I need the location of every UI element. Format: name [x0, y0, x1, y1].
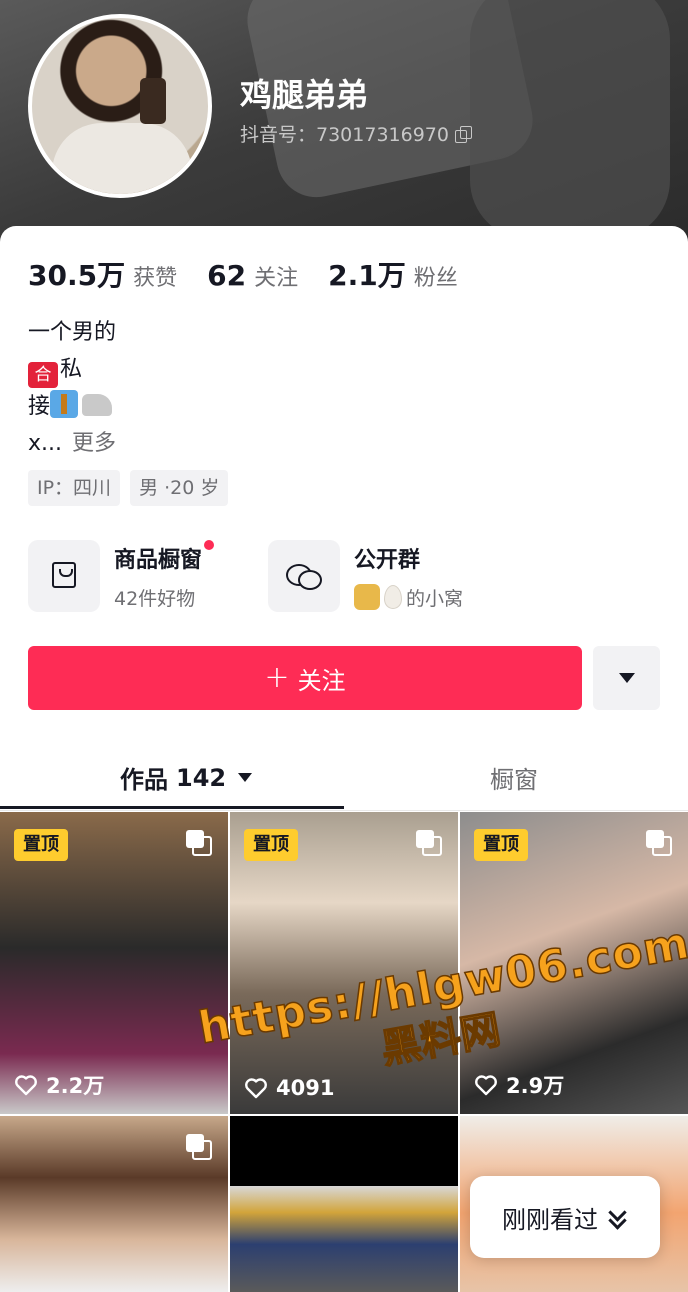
active-tab-indicator	[0, 806, 344, 809]
multi-image-icon	[416, 830, 442, 856]
more-options-button[interactable]	[593, 646, 660, 710]
public-group-subtitle: 的小窝	[354, 584, 463, 611]
video-likes-count: 2.2万	[46, 1074, 105, 1098]
shirt-tie-emoji-icon	[50, 390, 79, 418]
douyin-id[interactable]: 抖音号：73017316970	[240, 120, 472, 147]
dragon-emoji-icon	[354, 584, 380, 610]
public-group-title: 公开群	[354, 547, 421, 573]
bio-line-2-text: 私	[60, 357, 83, 382]
follow-button[interactable]: + 关注	[28, 646, 582, 710]
bio-line-2: 合私	[28, 351, 116, 388]
username: 鸡腿弟弟	[240, 76, 369, 114]
stat-followers-count: 2.1万	[328, 259, 406, 292]
video-tile[interactable]	[230, 1116, 458, 1292]
shop-window-title: 商品橱窗	[114, 539, 215, 574]
video-thumbnail	[230, 1186, 458, 1292]
heart-icon	[474, 1074, 498, 1096]
chat-bubbles-icon	[286, 562, 322, 590]
avatar[interactable]	[28, 14, 212, 198]
shop-window-title-text: 商品橱窗	[114, 547, 203, 573]
bio-line-3-text: 接	[28, 394, 51, 419]
multi-image-icon	[646, 830, 672, 856]
douyin-id-text: 抖音号：73017316970	[240, 124, 449, 146]
multi-image-icon	[186, 1134, 212, 1160]
pinned-badge: 置顶	[474, 829, 528, 861]
tab-works-label: 作品	[120, 766, 168, 794]
recently-viewed-button[interactable]: 刚刚看过	[470, 1176, 660, 1258]
stat-likes[interactable]: 30.5万 获赞	[28, 254, 177, 294]
stat-likes-count: 30.5万	[28, 259, 126, 292]
shop-window-count: 42件好物	[114, 587, 196, 610]
plus-icon: +	[264, 660, 290, 695]
tab-divider	[0, 810, 688, 811]
egg-emoji-icon	[384, 585, 402, 609]
shop-icon-box	[28, 540, 100, 612]
gender-age-tag: 男 ·20 岁	[130, 470, 229, 506]
bio[interactable]: 一个男的 合私 接 x... 更多	[28, 314, 116, 462]
video-tile[interactable]	[0, 1116, 228, 1292]
content-tabs: 作品 142 橱窗	[0, 746, 688, 812]
video-likes: 2.2万	[14, 1070, 104, 1100]
stat-likes-label: 获赞	[133, 266, 178, 291]
stat-following[interactable]: 62 关注	[207, 259, 298, 292]
tab-shop-window[interactable]: 橱窗	[490, 760, 538, 795]
ip-tag: IP：四川	[28, 470, 121, 506]
bio-line-1: 一个男的	[28, 320, 117, 345]
shoe-emoji-icon	[82, 394, 113, 416]
bio-line-4-text: x...	[28, 431, 62, 456]
profile-card: 30.5万 获赞 62 关注 2.1万 粉丝 一个男的 合私 接 x... 更多 …	[0, 226, 688, 1292]
video-likes: 2.9万	[474, 1070, 564, 1100]
bio-more-link[interactable]: 更多	[72, 431, 116, 456]
shop-window-entry[interactable]: 商品橱窗 42件好物	[28, 539, 215, 612]
stat-followers[interactable]: 2.1万 粉丝	[328, 254, 458, 294]
stat-followers-label: 粉丝	[413, 266, 458, 291]
copy-icon[interactable]	[454, 125, 472, 143]
tab-works[interactable]: 作品 142	[120, 760, 253, 795]
video-likes-count: 2.9万	[506, 1074, 565, 1098]
stats-row: 30.5万 获赞 62 关注 2.1万 粉丝	[28, 254, 458, 294]
profile-tags: IP：四川 男 ·20 岁	[28, 470, 229, 506]
public-group-entry[interactable]: 公开群 的小窝	[268, 540, 463, 612]
group-icon-box	[268, 540, 340, 612]
notification-dot	[204, 539, 215, 550]
pinned-badge: 置顶	[14, 829, 68, 861]
he-emoji-icon: 合	[28, 362, 58, 388]
pinned-badge: 置顶	[244, 829, 298, 861]
bio-line-4: x... 更多	[28, 425, 116, 462]
bio-line-3: 接	[28, 388, 116, 425]
recently-viewed-label: 刚刚看过	[502, 1205, 598, 1234]
double-chevron-down-icon	[608, 1206, 628, 1228]
tab-works-count: 142	[176, 763, 227, 792]
follow-button-label: 关注	[297, 666, 346, 695]
video-tile[interactable]: 置顶 2.2万	[0, 812, 228, 1114]
caret-down-icon	[238, 773, 253, 782]
shopping-bag-icon	[52, 562, 76, 588]
stat-following-label: 关注	[254, 266, 299, 291]
multi-image-icon	[186, 830, 212, 856]
public-group-subtitle-text: 的小窝	[406, 587, 464, 610]
stat-following-count: 62	[207, 259, 247, 292]
heart-icon	[14, 1074, 38, 1096]
